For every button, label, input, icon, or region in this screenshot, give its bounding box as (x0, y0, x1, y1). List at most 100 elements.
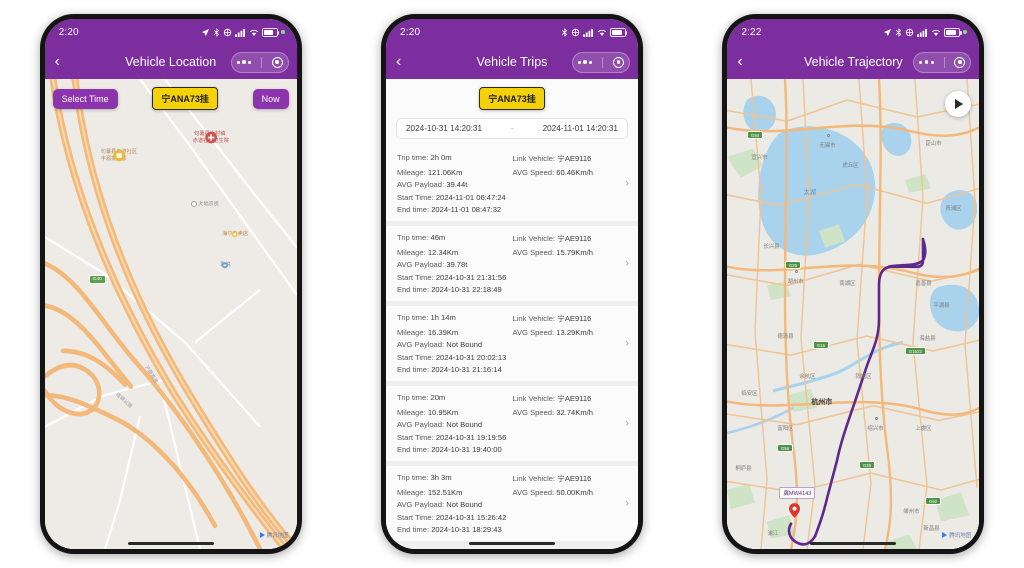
city-label: 南湖区 (839, 281, 856, 287)
trip-row: Start Time: 2024-10-31 19:19:56 (397, 433, 628, 442)
city-label: 嵊州市 (903, 509, 920, 515)
license-plate-badge[interactable]: 宁ANA73挂 (479, 87, 545, 110)
trip-field-value: 50.00Km/h (556, 487, 593, 497)
trip-field-value: 宁AE9116 (557, 394, 592, 403)
chevron-right-icon[interactable]: › (625, 418, 629, 429)
map-canvas[interactable]: 冀MW4143 无锡市 虎丘区 宜兴市 太湖 长兴县 湖州市 南湖区 嘉善县 崑山市 平湖县 青浦区… (727, 79, 980, 549)
recording-dot-icon (280, 30, 285, 34)
city-label: 富阳区 (777, 426, 794, 432)
vpn-icon (223, 28, 231, 36)
more-icon[interactable] (577, 60, 593, 64)
date-range-picker[interactable]: 2024-10-31 14:20:31 - 2024-11-01 14:20:3… (395, 118, 628, 139)
trip-field-label: Start Time: (396, 432, 434, 442)
trip-field-value: Not Bound (446, 420, 483, 429)
back-button[interactable]: ‹ (396, 54, 414, 70)
phone-vehicle-trips: 2:20 ‹ Vehicle Trips 宁ANA73挂 2024-10-31 … (380, 14, 643, 554)
date-range-start[interactable]: 2024-10-31 14:20:31 (406, 124, 482, 133)
trip-row: AVG Payload: Not Bound (397, 500, 628, 509)
trip-field-value: 16.39Km (427, 327, 459, 337)
city-label: 平湖县 (933, 303, 950, 309)
map-canvas[interactable]: 句薯县太村镇赤道社区卫生院 句薯县赤道社区丰源批发部 大地农资 (44, 79, 297, 549)
tencent-logo-icon (259, 532, 265, 538)
select-time-button[interactable]: Select Time (52, 88, 118, 109)
trip-field-value: 2024-10-31 21:16:14 (431, 365, 502, 374)
trip-row: Start Time: 2024-10-31 15:26:42 (397, 513, 628, 522)
vehicle-location-pin[interactable] (789, 503, 801, 518)
recording-dot-icon (963, 30, 968, 34)
map-attribution: 腾讯地图 (259, 531, 289, 539)
location-map-body[interactable]: 句薯县太村镇赤道社区卫生院 句薯县赤道社区丰源批发部 大地农资 (44, 79, 297, 549)
trip-field-label: AVG Payload: (396, 420, 445, 429)
trip-row: Trip time: 3h 3m Link Vehicle: 宁AE9116 (397, 473, 628, 484)
trip-row: Trip time: 2h 0m Link Vehicle: 宁AE9116 (397, 153, 628, 164)
highway-shield-badge: G25 (859, 461, 875, 469)
trip-field-value: Not Bound (446, 500, 483, 509)
navigation-icon (201, 28, 209, 36)
chevron-right-icon[interactable]: › (625, 338, 629, 349)
more-icon[interactable] (919, 60, 934, 64)
trip-field: End time: 2024-10-31 19:40:00 (397, 445, 513, 454)
phone-vehicle-location: 2:20 ‹ Vehicle Location 丰源批发部 大地农资 G40 沪… (39, 14, 302, 554)
marker-icon (190, 201, 197, 207)
trip-field-label: End time: (396, 525, 430, 534)
trip-field-label: Trip time: (396, 233, 429, 242)
trip-field-label: Mileage: (396, 407, 426, 417)
trip-card[interactable]: Trip time: 20m Link Vehicle: 宁AE9116 Milea… (385, 386, 638, 461)
back-button[interactable]: ‹ (55, 54, 73, 70)
trip-field-value: 20m (430, 393, 446, 402)
battery-icon (261, 27, 280, 37)
trip-field-value: 32.74Km/h (556, 407, 593, 417)
trip-field-value: 2024-11-01 08:47:32 (431, 205, 502, 214)
trip-field-value: 宁AE9116 (557, 474, 592, 483)
signal-icon (583, 28, 593, 37)
trip-field-label: Start Time: (396, 352, 434, 362)
trip-field-label: AVG Speed: (512, 487, 555, 497)
trip-row: AVG Payload: Not Bound (397, 420, 628, 429)
trip-field: Mileage: 16.39Km (397, 328, 513, 337)
map-vector (727, 79, 980, 549)
trip-row: End time: 2024-10-31 22:18:49 (397, 285, 628, 294)
chevron-right-icon[interactable]: › (625, 258, 629, 269)
trip-field: Mileage: 152.51Km (397, 488, 513, 497)
poi-label: 海尔专卖店 (221, 231, 248, 238)
trip-field-value: 39.78t (446, 260, 468, 269)
license-plate-badge: 宁ANA73挂 (152, 87, 218, 110)
trip-field: End time: 2024-11-01 08:47:32 (397, 205, 513, 214)
trip-field-value: 46m (430, 233, 446, 242)
trip-field-value: 1h 14m (430, 313, 456, 322)
status-time: 2:20 (399, 26, 421, 38)
trip-field: Start Time: 2024-10-31 20:02:13 (397, 353, 513, 362)
trip-field-value: 121.06Km (427, 167, 463, 177)
trip-card[interactable]: Trip time: 46m Link Vehicle: 宁AE9116 Milea… (385, 226, 638, 301)
trajectory-map-body[interactable]: 冀MW4143 无锡市 虎丘区 宜兴市 太湖 长兴县 湖州市 南湖区 嘉善县 崑山市 平湖县 青浦区… (727, 79, 980, 549)
city-label: 德清县 (777, 334, 794, 340)
close-target-icon[interactable] (954, 56, 966, 68)
city-label: 湖州市 (787, 279, 804, 285)
close-target-icon[interactable] (612, 56, 624, 68)
trips-body[interactable]: Trip time: 2h 0m Link Vehicle: 宁AE9116 Mil… (385, 146, 638, 549)
now-button[interactable]: Now (252, 88, 289, 109)
miniprogram-capsule[interactable] (913, 51, 972, 73)
close-target-icon[interactable] (271, 56, 283, 68)
trip-card[interactable]: Trip time: 1h 14m Link Vehicle: 宁AE9116 Mi… (385, 306, 638, 381)
screenshot-stage: 2:20 ‹ Vehicle Location 丰源批发部 大地农资 G40 沪… (0, 0, 1024, 568)
trip-list[interactable]: Trip time: 2h 0m Link Vehicle: 宁AE9116 Mil… (385, 146, 638, 549)
trip-field: Trip time: 20m (397, 393, 513, 404)
city-label: 青浦区 (945, 206, 962, 212)
miniprogram-capsule[interactable] (230, 51, 289, 73)
back-button[interactable]: ‹ (737, 54, 755, 70)
more-icon[interactable] (236, 60, 252, 64)
chevron-right-icon[interactable]: › (625, 178, 629, 189)
chevron-right-icon[interactable]: › (625, 498, 629, 509)
bluetooth-icon (213, 27, 219, 37)
trip-field-label: Trip time: (396, 313, 429, 322)
trip-card[interactable]: Trip time: 3h 3m Link Vehicle: 宁AE9116 Mil… (385, 466, 638, 541)
trip-field-value: 2024-10-31 21:31:56 (435, 272, 507, 282)
trip-field: AVG Payload: 39.78t (397, 260, 513, 269)
date-range-end[interactable]: 2024-11-01 14:20:31 (543, 124, 618, 133)
trip-field-value: Not Bound (446, 340, 483, 349)
trip-field-value: 2h 0m (430, 153, 452, 162)
trip-field: Mileage: 121.06Km (397, 168, 513, 177)
trip-card[interactable]: Trip time: 2h 0m Link Vehicle: 宁AE9116 Mil… (385, 146, 638, 221)
miniprogram-capsule[interactable] (571, 51, 630, 73)
